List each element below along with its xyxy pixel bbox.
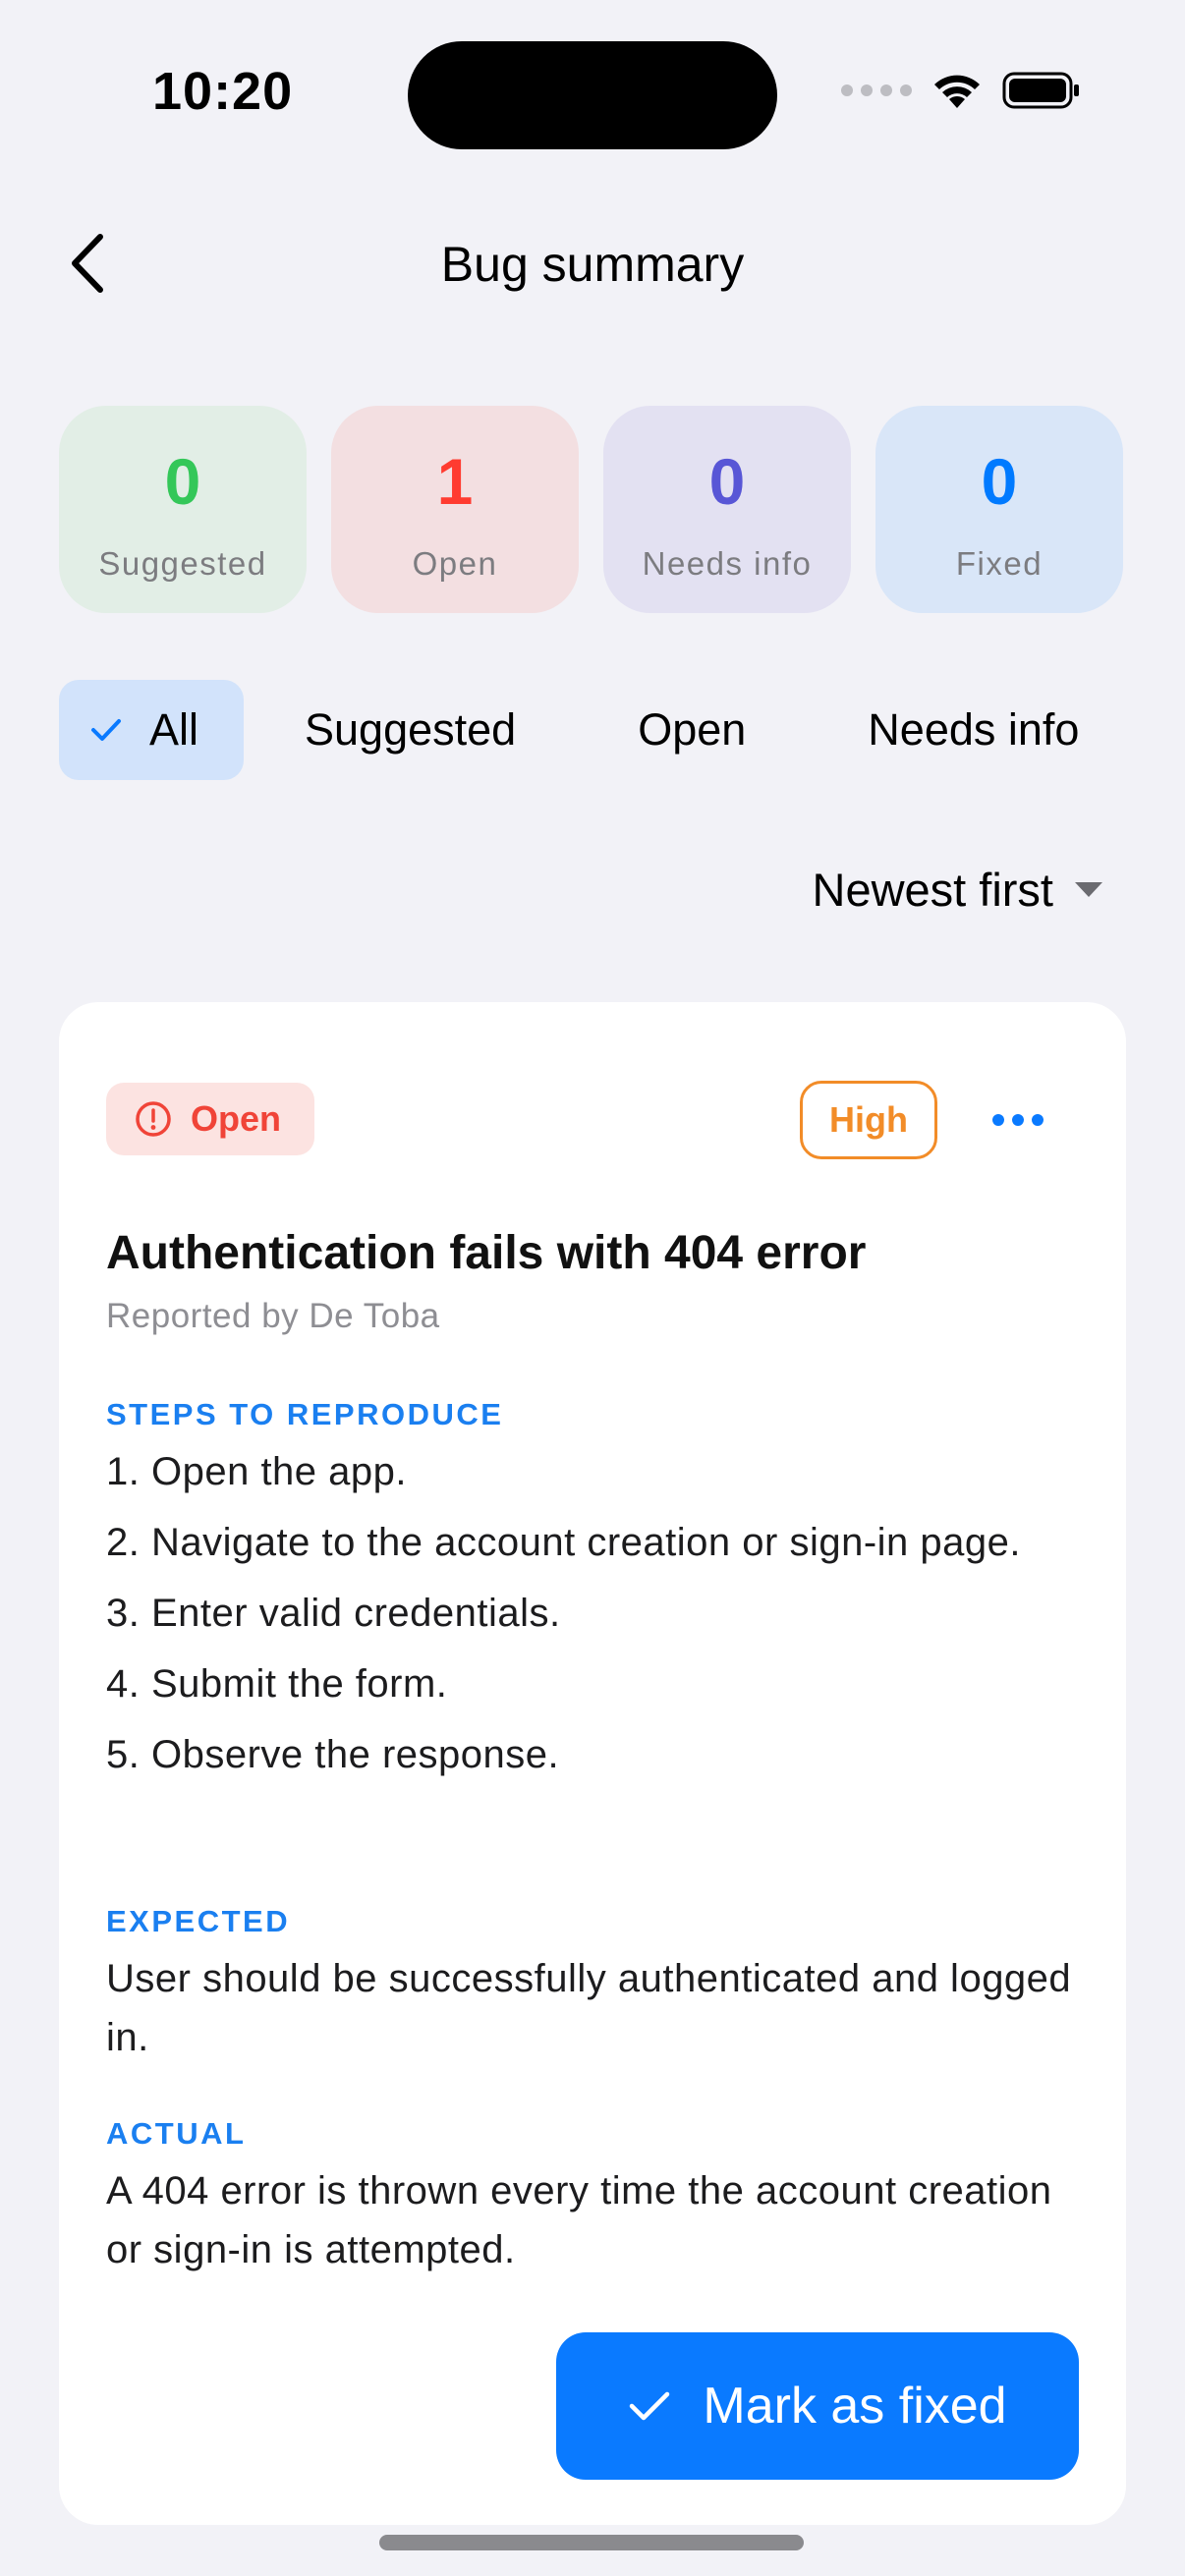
wifi-icon — [934, 75, 980, 108]
filter-chip-open[interactable]: Open — [577, 680, 807, 780]
filter-chips[interactable]: All Suggested Open Needs info — [59, 680, 1126, 782]
sort-label: Newest first — [812, 864, 1054, 916]
caret-down-icon — [1075, 882, 1102, 897]
filter-chip-suggested[interactable]: Suggested — [244, 680, 577, 780]
more-options-button[interactable] — [979, 1100, 1057, 1140]
expected-text: User should be successfully authenticate… — [106, 1957, 1072, 2059]
actual-text: A 404 error is thrown every time the acc… — [106, 2169, 1052, 2271]
steps-label: STEPS TO REPRODUCE — [106, 1397, 504, 1431]
stat-card-suggested[interactable]: 0 Suggested — [59, 406, 307, 613]
checkmark-icon — [630, 2391, 670, 2421]
step-item: 4. Submit the form. — [106, 1662, 448, 1706]
step-item: 2. Navigate to the account creation or s… — [106, 1521, 1021, 1564]
filter-chip-label: Open — [638, 704, 747, 755]
stat-count: 0 — [981, 445, 1018, 518]
steps-list: 1. Open the app. 2. Navigate to the acco… — [106, 1442, 1089, 1796]
page-title: Bug summary — [440, 237, 745, 292]
bug-reporter: Reported by De Toba — [106, 1297, 440, 1335]
status-badge-label: Open — [191, 1098, 282, 1139]
bug-card: Open High Authentication fails with 404 … — [59, 1002, 1126, 2525]
status-time: 10:20 — [152, 62, 294, 121]
expected-label: EXPECTED — [106, 1904, 291, 1938]
status-badge: Open — [106, 1083, 315, 1155]
stat-count: 0 — [708, 445, 746, 518]
bug-summary-screen: 10:20 Bug summary 0 Suggested 1 Open 0 N… — [0, 0, 1185, 2576]
step-item: 3. Enter valid credentials. — [106, 1592, 561, 1635]
stat-card-open[interactable]: 1 Open — [331, 406, 579, 613]
filter-chip-label: Needs info — [868, 704, 1080, 755]
mark-as-fixed-label: Mark as fixed — [703, 2378, 1007, 2435]
ellipsis-icon — [992, 1114, 1044, 1126]
cellular-signal-icon — [841, 84, 912, 96]
step-item: 5. Observe the response. — [106, 1733, 560, 1776]
stat-label: Needs info — [642, 545, 813, 582]
mark-as-fixed-button[interactable]: Mark as fixed — [556, 2332, 1079, 2480]
stat-count: 1 — [436, 445, 474, 518]
stat-count: 0 — [164, 445, 201, 518]
filter-chip-all[interactable]: All — [59, 680, 245, 780]
checkmark-icon — [91, 719, 121, 741]
status-icons — [841, 71, 1081, 110]
filter-chip-label: All — [149, 704, 199, 755]
dynamic-island — [408, 41, 777, 149]
stat-card-fixed[interactable]: 0 Fixed — [875, 406, 1123, 613]
home-indicator[interactable] — [379, 2535, 804, 2550]
step-item: 1. Open the app. — [106, 1450, 408, 1493]
actual-label: ACTUAL — [106, 2116, 247, 2151]
stat-label: Open — [412, 545, 498, 582]
stat-label: Fixed — [955, 545, 1044, 582]
stat-label: Suggested — [98, 545, 267, 582]
sort-dropdown[interactable]: Newest first — [812, 863, 1102, 917]
filter-chip-label: Suggested — [305, 704, 517, 755]
priority-badge[interactable]: High — [800, 1081, 937, 1159]
bug-title: Authentication fails with 404 error — [106, 1227, 867, 1279]
filter-chip-needs-info[interactable]: Needs info — [807, 680, 1126, 780]
battery-icon — [1002, 72, 1079, 109]
stat-card-needs-info[interactable]: 0 Needs info — [603, 406, 851, 613]
stats-row: 0 Suggested 1 Open 0 Needs info 0 Fixed — [59, 406, 1123, 613]
exclamation-circle-icon — [136, 1101, 171, 1137]
